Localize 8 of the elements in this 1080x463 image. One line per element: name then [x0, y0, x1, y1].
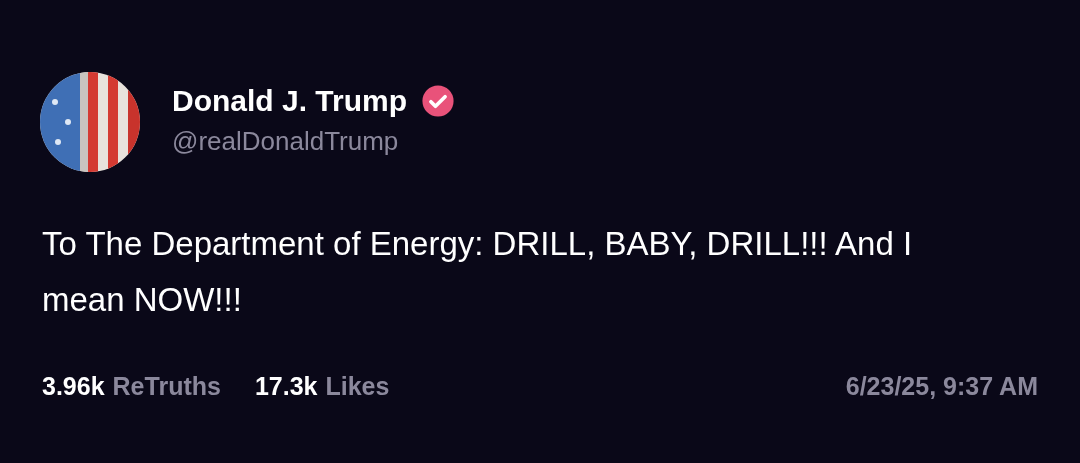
stat-label[interactable]: ReTruths [112, 372, 221, 401]
author-name[interactable]: Donald J. Trump [172, 83, 408, 118]
stat-count: 3.96k [42, 372, 105, 401]
post-text: To The Department of Energy: DRILL, BABY, DRILL!!! And I mean NOW!!! [42, 224, 914, 320]
stat-label[interactable]: Likes [325, 372, 390, 401]
stat-count: 17.3k [254, 372, 318, 401]
author-handle[interactable]: @realDonaldTrump [172, 125, 456, 157]
timestamp: 6/23/25, 9:37 AM [845, 372, 1038, 401]
